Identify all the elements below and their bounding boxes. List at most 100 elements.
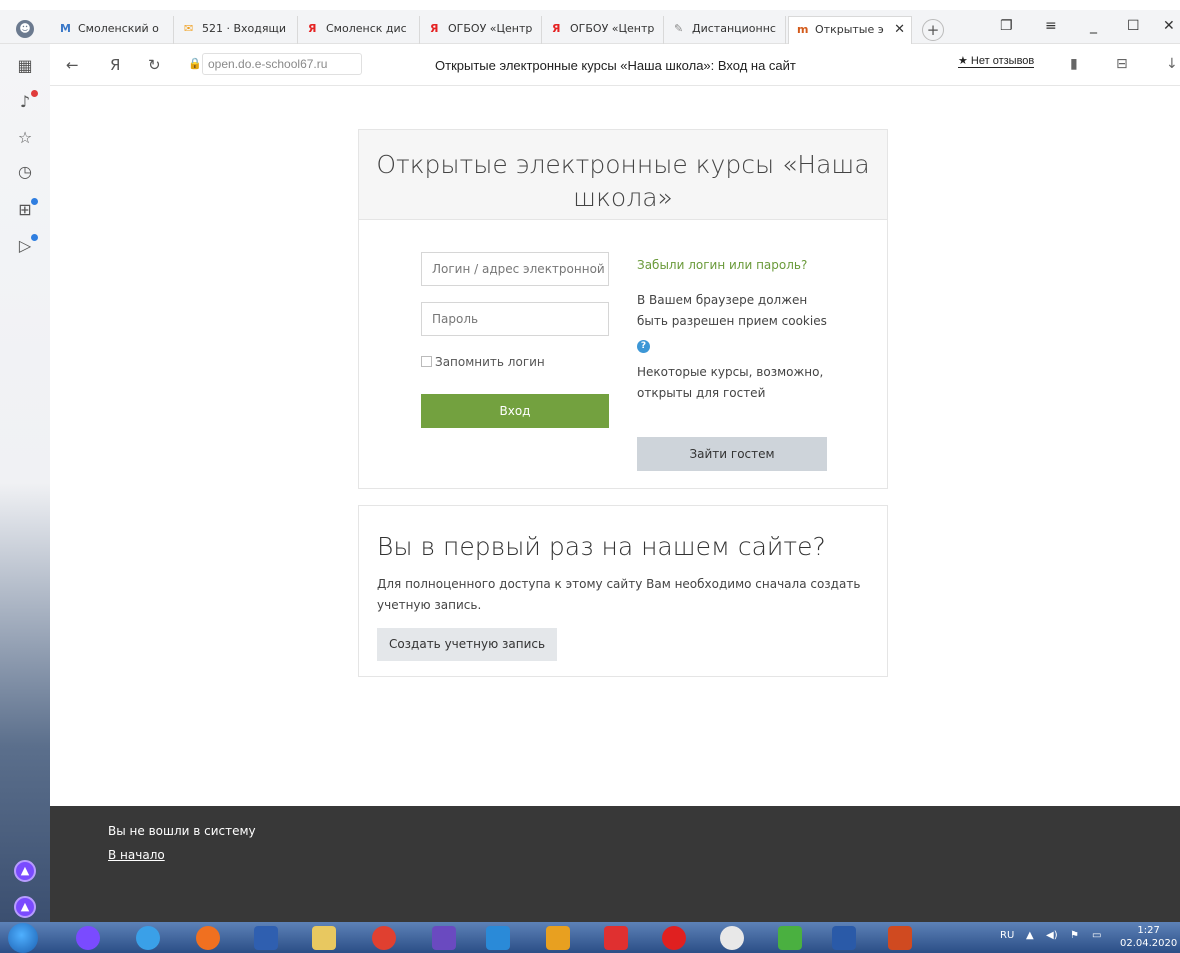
tab-label: 521 · Входящи [202, 22, 287, 35]
tab-label: Открытые э [815, 23, 884, 36]
star-icon[interactable]: ☆ [14, 128, 36, 150]
firefox-icon[interactable] [196, 926, 220, 950]
page-title: Открытые электронные курсы «Наша школа»:… [435, 58, 796, 73]
download-icon[interactable]: ↓ [1166, 56, 1178, 72]
language-indicator[interactable]: RU [1000, 930, 1014, 941]
reload-icon[interactable]: ↻ [148, 56, 161, 74]
tab-active[interactable]: m Открытые э ✕ [788, 16, 912, 44]
address-bar: ← Я ↻ 🔒 open.do.e-school67.ru Открытые э… [50, 44, 1180, 86]
notification-dot [31, 198, 38, 205]
tab-6[interactable]: ✎ Дистанционнс [666, 16, 786, 44]
flag-icon[interactable]: ⚑ [1070, 930, 1079, 941]
internet-explorer-icon[interactable] [136, 926, 160, 950]
opera-icon[interactable] [662, 926, 686, 950]
tab-label: Дистанционнс [692, 22, 776, 35]
help-icon[interactable]: ? [637, 340, 650, 353]
guest-login-button[interactable]: Зайти гостем [637, 437, 827, 471]
collections-icon[interactable]: ⊞ [14, 198, 38, 222]
minimize-icon[interactable]: _ [1090, 18, 1097, 34]
apps-grid-icon[interactable]: ▦ [14, 56, 36, 78]
powerpoint-icon[interactable] [888, 926, 912, 950]
browser-sidebar: ▦ ♪ ☆ ◷ ⊞ ▷ ▲ ▲ [0, 44, 50, 922]
password-input[interactable]: Пароль [421, 302, 609, 336]
clock-date: 02.04.2020 [1120, 938, 1178, 949]
maximize-icon[interactable]: ☐ [1127, 18, 1140, 34]
player-icon[interactable] [486, 926, 510, 950]
cookies-notice: В Вашем браузере должен быть разрешен пр… [637, 290, 827, 353]
yandex-icon: Я [552, 22, 561, 35]
home-link[interactable]: В начало [108, 848, 165, 862]
tray-arrow-icon[interactable]: ▲ [1026, 930, 1034, 941]
windows-taskbar: RU ▲ ◀) ⚑ ▭ 1:27 02.04.2020 [0, 922, 1180, 953]
new-tab-icon[interactable]: + [922, 19, 944, 41]
history-clock-icon[interactable]: ◷ [14, 162, 36, 184]
media-play-icon[interactable]: ▷ [14, 234, 38, 258]
file-explorer-icon[interactable] [312, 926, 336, 950]
close-tab-icon[interactable]: ✕ [894, 22, 905, 37]
signup-text: Для полноценного доступа к этому сайту В… [377, 577, 861, 612]
notification-dot [31, 234, 38, 241]
remember-label: Запомнить логин [435, 355, 545, 369]
cookies-text: В Вашем браузере должен быть разрешен пр… [637, 293, 827, 328]
profile-icon[interactable]: ☻ [16, 20, 34, 38]
login-status: Вы не вошли в систему [108, 824, 256, 838]
back-icon[interactable]: ← [66, 56, 79, 74]
signup-title: Вы в первый раз на нашем сайте? [377, 532, 826, 561]
network-icon[interactable]: ▭ [1092, 930, 1101, 941]
login-panel: Открытые электронные курсы «Наша школа» … [358, 129, 888, 489]
url-field[interactable]: open.do.e-school67.ru [202, 53, 362, 75]
login-button[interactable]: Вход [421, 394, 609, 428]
alice-taskbar-icon[interactable] [76, 926, 100, 950]
tab-4[interactable]: Я ОГБОУ «Центр [422, 16, 542, 44]
title-strip [0, 0, 1180, 10]
alice-assistant-icon[interactable]: ▲ [14, 860, 36, 882]
tab-5[interactable]: Я ОГБОУ «Центр [544, 16, 664, 44]
music-icon[interactable] [546, 926, 570, 950]
tab-2[interactable]: ✉ 521 · Входящи [176, 16, 298, 44]
mail-icon: ✉ [184, 22, 194, 35]
yandex-browser-icon[interactable] [720, 926, 744, 950]
yandex-home-icon[interactable]: Я [110, 56, 120, 74]
word-icon[interactable] [832, 926, 856, 950]
start-button-icon[interactable] [8, 923, 38, 953]
browser-tab-bar: ☻ M Смоленский о ✉ 521 · Входящи Я Смоленск… [0, 0, 1180, 44]
page-content: Открытые электронные курсы «Наша школа» … [50, 86, 1180, 806]
remember-login[interactable]: Запомнить логин [421, 355, 545, 369]
yandex-icon: Я [430, 22, 439, 35]
bookmark-icon[interactable]: ▮ [1070, 56, 1078, 72]
moodle-icon: m [797, 23, 809, 36]
volume-icon[interactable]: ◀) [1046, 930, 1058, 941]
lock-icon: 🔒 [188, 57, 202, 70]
guest-info: Некоторые курсы, возможно, открыты для г… [637, 365, 824, 400]
notifications-icon[interactable]: ♪ [14, 90, 38, 114]
tab-favicon-icon: M [60, 22, 71, 35]
tab-label: Смоленский о [78, 22, 159, 35]
notification-dot [31, 90, 38, 97]
chrome-icon[interactable] [372, 926, 396, 950]
reader-icon[interactable]: ⊟ [1116, 56, 1128, 72]
tab-label: ОГБОУ «Центр [570, 22, 655, 35]
create-account-button[interactable]: Создать учетную запись [377, 628, 557, 661]
alice-voice-icon[interactable]: ▲ [14, 896, 36, 918]
yandex-taskbar-icon[interactable] [604, 926, 628, 950]
login-heading: Открытые электронные курсы «Наша школа» [359, 130, 887, 220]
tab-label: ОГБОУ «Центр [448, 22, 533, 35]
menu-icon[interactable]: ≡ [1045, 18, 1057, 34]
close-window-icon[interactable]: ✕ [1163, 18, 1175, 34]
username-input[interactable]: Логин / адрес электронной почты [421, 252, 609, 286]
tab-3[interactable]: Я Смоленск дис [300, 16, 420, 44]
tab-1[interactable]: M Смоленский о [52, 16, 174, 44]
media-app-icon[interactable] [432, 926, 456, 950]
tab-favicon-icon: ✎ [674, 22, 684, 35]
tabs-copy-icon[interactable]: ❐ [1000, 18, 1013, 34]
forgot-password-link[interactable]: Забыли логин или пароль? [637, 258, 807, 272]
save-disk-icon[interactable] [254, 926, 278, 950]
reviews-link[interactable]: ★ Нет отзывов [958, 54, 1035, 68]
clock-time: 1:27 [1137, 925, 1160, 936]
page-footer: Вы не вошли в систему В начало [50, 806, 1180, 922]
yandex-icon: Я [308, 22, 317, 35]
remember-checkbox[interactable] [421, 356, 432, 367]
signup-panel: Вы в первый раз на нашем сайте? Для полн… [358, 505, 888, 677]
utorrent-icon[interactable] [778, 926, 802, 950]
taskbar-clock[interactable]: 1:27 02.04.2020 [1120, 924, 1177, 950]
